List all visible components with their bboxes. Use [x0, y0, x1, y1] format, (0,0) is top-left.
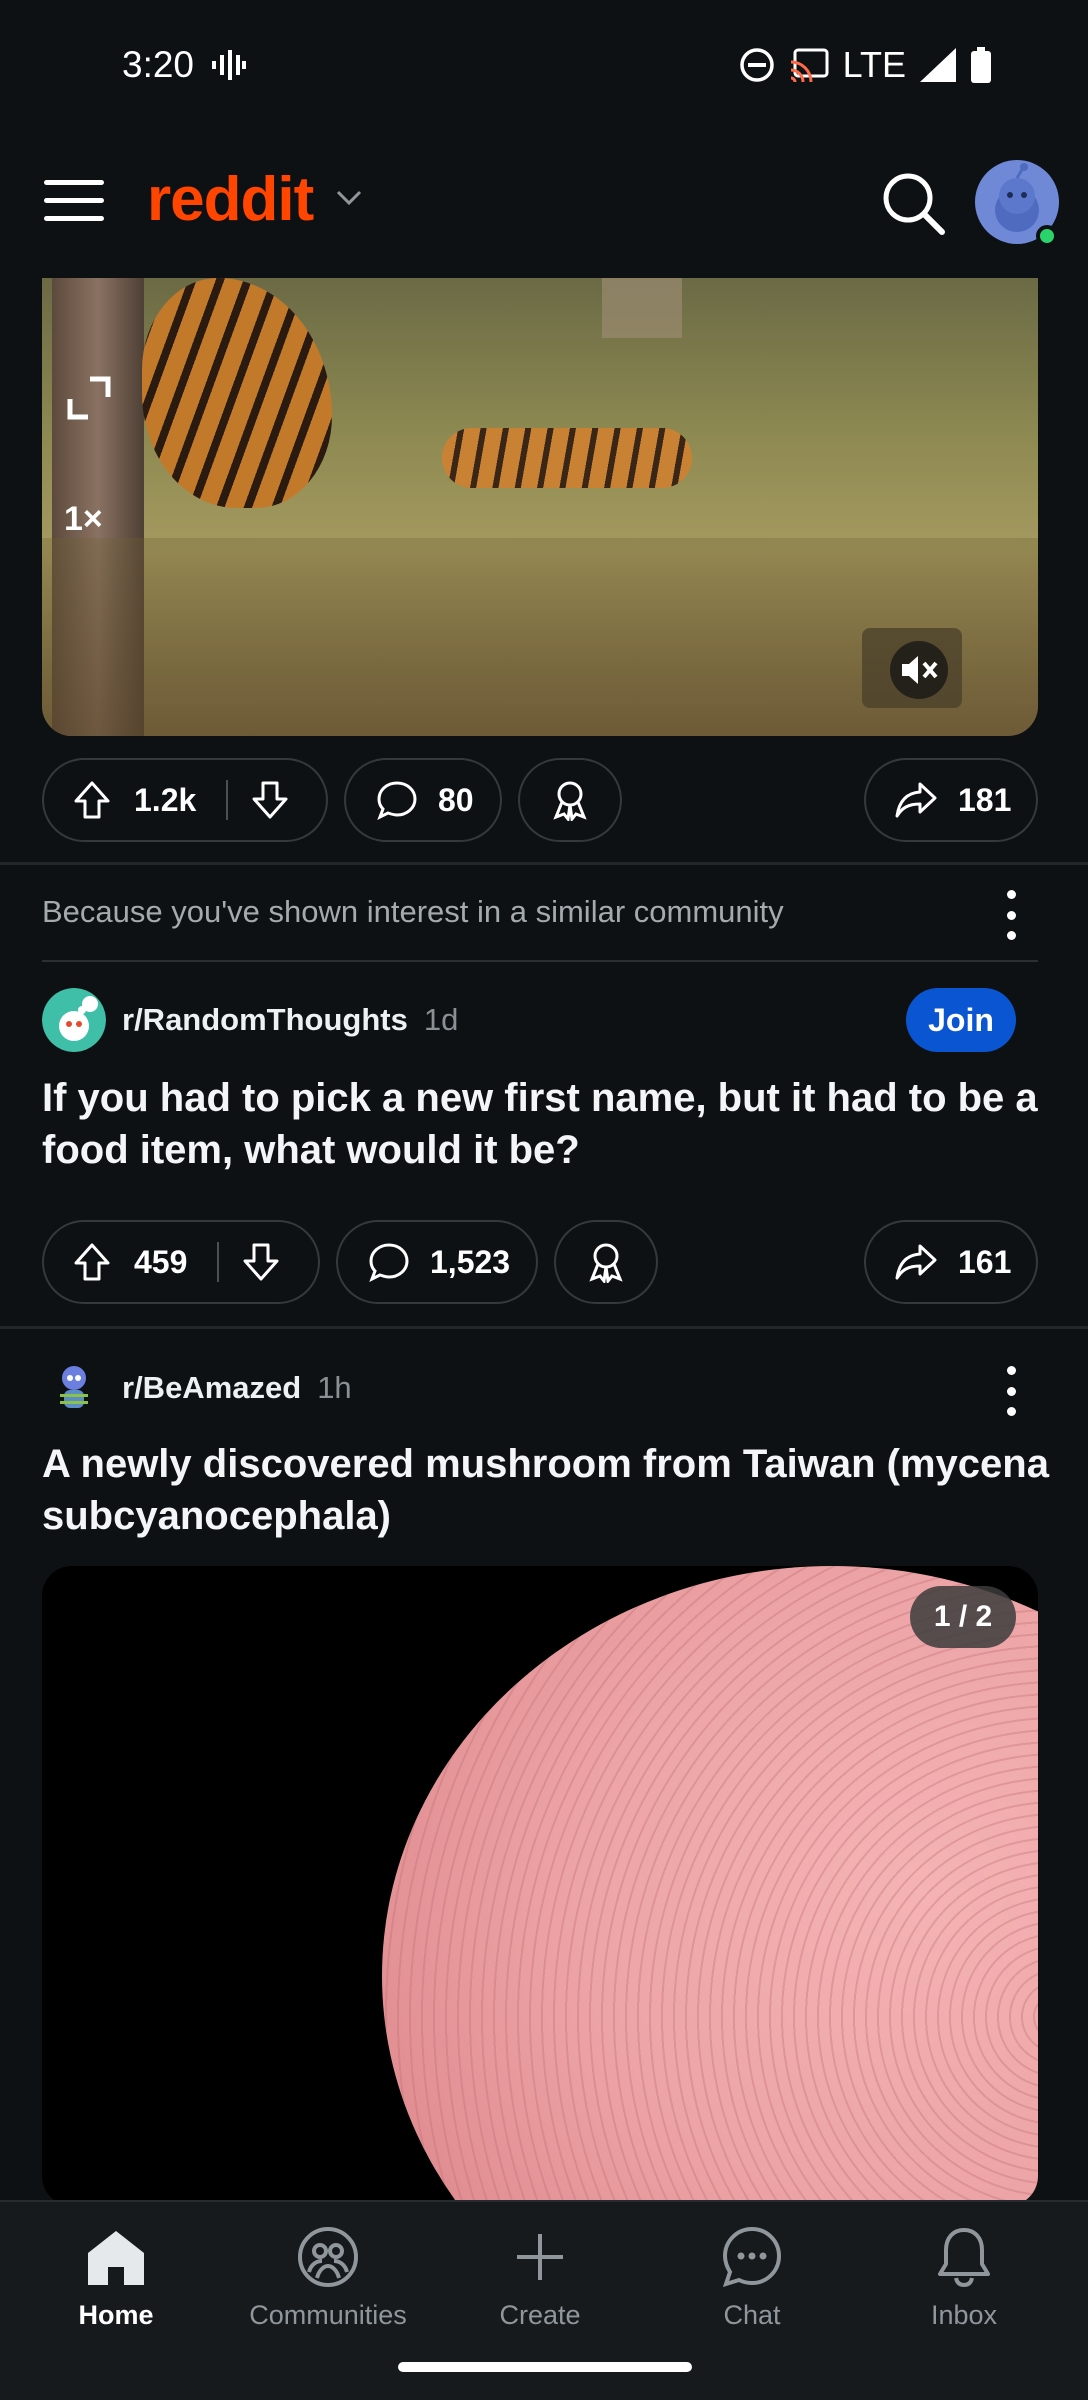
share-count: 161	[958, 1243, 1012, 1280]
post-age: 1d	[423, 1002, 459, 1037]
muted-speaker-icon	[902, 656, 938, 684]
video-frame-tiger	[142, 278, 332, 508]
cast-icon	[790, 48, 829, 82]
subreddit-name[interactable]: r/BeAmazed	[122, 1370, 301, 1406]
plus-icon	[517, 2234, 563, 2280]
nav-label: Communities	[249, 2300, 407, 2330]
comment-icon	[368, 1242, 410, 1282]
nav-label: Inbox	[930, 2300, 998, 2330]
nav-label: Chat	[723, 2300, 781, 2330]
gallery-counter: 1 / 2	[910, 1586, 1016, 1648]
downvote-icon[interactable]	[250, 780, 290, 820]
video-frame-tiger-lying	[442, 428, 692, 488]
chevron-down-icon[interactable]	[336, 190, 362, 206]
nav-communities[interactable]: Communities	[228, 2222, 428, 2331]
online-status-dot	[1036, 225, 1058, 247]
vote-pill: 1.2k	[42, 758, 328, 842]
recommendation-reason: Because you've shown interest in a simil…	[42, 894, 784, 929]
upvote-icon[interactable]	[72, 1242, 112, 1282]
battery-icon	[971, 47, 991, 83]
vote-separator	[217, 1242, 220, 1282]
award-button[interactable]	[518, 758, 622, 842]
share-icon	[894, 1242, 938, 1282]
bell-icon	[938, 2228, 990, 2288]
chat-icon	[722, 2226, 782, 2288]
nav-label: Home	[78, 2300, 154, 2330]
share-button[interactable]: 161	[864, 1220, 1038, 1304]
comments-button[interactable]: 1,523	[336, 1220, 538, 1304]
network-type: LTE	[842, 44, 906, 85]
post-more-button[interactable]	[996, 1366, 1026, 1416]
award-button[interactable]	[554, 1220, 658, 1304]
nav-label: Create	[499, 2300, 581, 2330]
comment-icon	[376, 780, 418, 820]
communities-icon	[298, 2227, 358, 2287]
upvote-count: 459	[134, 1243, 188, 1280]
audio-wave-icon	[212, 50, 246, 80]
search-icon[interactable]	[880, 170, 946, 236]
be-amazed-icon	[42, 1356, 106, 1420]
share-button[interactable]: 181	[864, 758, 1038, 842]
award-icon	[553, 781, 587, 821]
video-post-actions: 1.2k 80 181	[42, 758, 1046, 842]
playback-speed[interactable]: 1×	[64, 500, 103, 539]
share-icon	[894, 780, 938, 820]
app-header: reddit	[0, 130, 1088, 278]
nav-chat[interactable]: Chat	[652, 2222, 852, 2331]
feed[interactable]: 1× 1.2k 80 181 Because you've shown inte…	[0, 278, 1088, 2200]
nav-home[interactable]: Home	[16, 2222, 216, 2331]
share-count: 181	[958, 781, 1012, 818]
comment-count: 1,523	[430, 1243, 511, 1280]
comment-count: 80	[438, 781, 474, 818]
comments-button[interactable]: 80	[344, 758, 502, 842]
post-divider	[0, 862, 1088, 865]
post-title[interactable]: If you had to pick a new first name, but…	[42, 1072, 1052, 1176]
home-indicator[interactable]	[398, 2362, 692, 2372]
post-age: 1h	[317, 1370, 352, 1405]
status-time: 3:20	[122, 44, 195, 85]
status-icons: LTE	[739, 44, 992, 86]
subreddit-avatar[interactable]	[42, 1356, 106, 1420]
dnd-icon	[739, 48, 774, 82]
nav-inbox[interactable]: Inbox	[864, 2222, 1064, 2331]
home-icon	[88, 2231, 144, 2285]
recommendation-divider	[42, 960, 1038, 962]
join-button[interactable]: Join	[906, 988, 1016, 1052]
video-frame-tree-bg	[602, 278, 682, 338]
image-gallery[interactable]: 1 / 2	[42, 1566, 1038, 2200]
post2-meta: r/BeAmazed 1h	[42, 1356, 352, 1420]
upvote-count: 1.2k	[134, 781, 197, 818]
gallery-image-texture	[382, 1566, 1038, 2200]
signal-icon	[920, 48, 956, 82]
random-thoughts-icon	[42, 988, 106, 1052]
post-divider	[0, 1326, 1088, 1329]
subreddit-avatar[interactable]	[42, 988, 106, 1052]
reddit-logo[interactable]: reddit	[147, 164, 314, 235]
post-title[interactable]: A newly discovered mushroom from Taiwan …	[42, 1438, 1052, 1542]
fullscreen-icon[interactable]	[64, 373, 114, 423]
award-icon	[589, 1243, 623, 1283]
nav-create[interactable]: Create	[440, 2222, 640, 2331]
post1-actions: 459 1,523 161	[42, 1220, 1046, 1304]
downvote-icon[interactable]	[241, 1242, 281, 1282]
vote-pill: 459	[42, 1220, 320, 1304]
mute-button[interactable]	[890, 641, 948, 699]
subreddit-name[interactable]: r/RandomThoughts	[122, 1002, 408, 1038]
post1-meta: r/RandomThoughts 1d	[42, 988, 458, 1052]
status-bar: 3:20 LTE	[0, 0, 1088, 130]
vote-separator	[226, 780, 229, 820]
upvote-icon[interactable]	[72, 780, 112, 820]
menu-button[interactable]	[44, 180, 104, 228]
recommendation-more-button[interactable]	[996, 890, 1026, 940]
